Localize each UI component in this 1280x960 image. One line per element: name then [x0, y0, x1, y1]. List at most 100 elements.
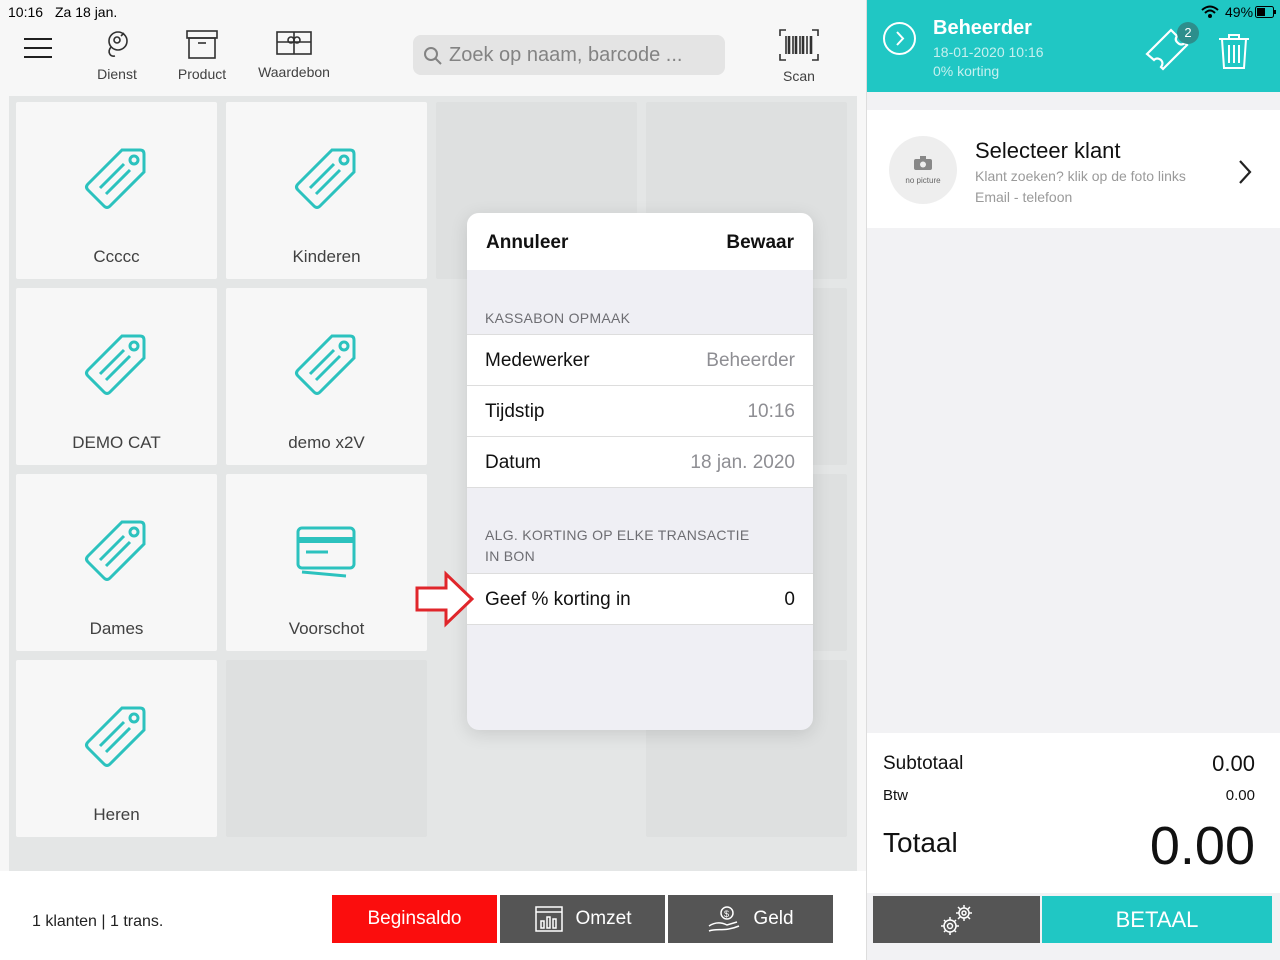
- dienst-button[interactable]: Dienst: [90, 28, 144, 82]
- time-label: Tijdstip: [485, 401, 545, 422]
- wifi-icon: [1201, 5, 1219, 18]
- section-header-receipt-format: KASSABON OPMAAK: [485, 310, 631, 326]
- waardebon-button[interactable]: Waardebon: [254, 28, 334, 80]
- box-icon: [186, 30, 218, 59]
- customer-contact: Email - telefoon: [975, 189, 1073, 205]
- omzet-button[interactable]: Omzet: [500, 895, 665, 943]
- category-label: Dames: [89, 619, 144, 638]
- battery-percent: 49%: [1225, 4, 1254, 20]
- date-label: Datum: [485, 452, 541, 473]
- employee-value: Beheerder: [706, 350, 795, 371]
- order-datetime: 18-01-2020 10:16: [933, 44, 1044, 60]
- chevron-right-icon: [896, 31, 905, 46]
- geld-button[interactable]: $ Geld: [668, 895, 833, 943]
- clients-summary: 1 klanten | 1 trans.: [32, 913, 164, 930]
- total-label: Totaal: [883, 827, 958, 858]
- product-label: Product: [177, 66, 227, 82]
- menu-icon[interactable]: [24, 38, 52, 60]
- bar-chart-icon: [534, 906, 563, 932]
- category-tile[interactable]: DEMO CAT: [16, 288, 217, 465]
- time-row[interactable]: Tijdstip 10:16: [467, 386, 813, 437]
- red-arrow-icon: [415, 570, 475, 628]
- beginsaldo-button[interactable]: Beginsaldo: [332, 895, 497, 943]
- beginsaldo-label: Beginsaldo: [367, 908, 462, 929]
- scan-button[interactable]: Scan: [772, 28, 826, 84]
- discount-input-row[interactable]: Geef % korting in 0: [467, 574, 813, 625]
- status-date: Za 18 jan.: [55, 4, 118, 20]
- select-customer-card[interactable]: no picture Selecteer klant Klant zoeken?…: [867, 110, 1280, 228]
- category-label: Voorschot: [288, 619, 365, 638]
- order-header: 49% Beheerder 18-01-2020 10:16 0% kortin…: [867, 0, 1280, 92]
- search-input[interactable]: Zoek op naam, barcode ...: [413, 35, 725, 75]
- cancel-button[interactable]: Annuleer: [486, 232, 568, 254]
- waardebon-label: Waardebon: [258, 64, 330, 80]
- category-tile[interactable]: demo x2V: [226, 288, 427, 465]
- top-toolbar: Dienst Product Waardebon Zoek op naam, b…: [0, 24, 866, 94]
- gift-voucher-icon: [276, 31, 312, 55]
- avatar-placeholder-text: no picture: [905, 176, 941, 185]
- tag-icon: [85, 334, 146, 395]
- btw-value: 0.00: [1225, 787, 1255, 804]
- product-button[interactable]: Product: [172, 28, 232, 82]
- btw-label: Btw: [883, 787, 909, 804]
- geld-label: Geld: [753, 908, 794, 929]
- pay-label: BETAAL: [1115, 906, 1199, 932]
- category-label: Ccccc: [93, 247, 140, 266]
- discount-label: Geef % korting in: [485, 589, 631, 610]
- battery-icon: [1255, 6, 1276, 18]
- omzet-label: Omzet: [575, 908, 632, 929]
- dienst-label: Dienst: [97, 66, 137, 82]
- category-label: DEMO CAT: [72, 433, 161, 452]
- empty-tile: [226, 660, 427, 837]
- category-label: Heren: [93, 805, 140, 824]
- category-tile[interactable]: Ccccc: [16, 102, 217, 279]
- pay-button[interactable]: BETAAL: [1042, 896, 1272, 943]
- date-row[interactable]: Datum 18 jan. 2020: [467, 437, 813, 488]
- money-hand-icon: $: [709, 906, 740, 932]
- service-icon: [108, 31, 128, 57]
- section-header-discount-line1: ALG. KORTING OP ELKE TRANSACTIE: [485, 527, 750, 543]
- category-tile[interactable]: Heren: [16, 660, 217, 837]
- scan-label: Scan: [783, 68, 815, 84]
- employee-label: Medewerker: [485, 350, 590, 371]
- settings-button[interactable]: [873, 896, 1040, 943]
- credit-card-icon: [296, 526, 356, 578]
- customer-title: Selecteer klant: [975, 138, 1121, 163]
- status-time: 10:16: [8, 4, 44, 20]
- customer-hint: Klant zoeken? klik op de foto links: [975, 168, 1186, 184]
- time-value: 10:16: [747, 401, 795, 422]
- section-header-discount-line2: IN BON: [485, 548, 536, 564]
- search-icon: [424, 47, 442, 65]
- category-tile[interactable]: Kinderen: [226, 102, 427, 279]
- order-discount: 0% korting: [933, 63, 1000, 79]
- section-header-discount: ALG. KORTING OP ELKE TRANSACTIE IN BON: [467, 525, 813, 573]
- status-bar: 10:16 Za 18 jan.: [0, 0, 866, 24]
- user-name: Beheerder: [933, 17, 1032, 39]
- barcode-icon: [779, 29, 819, 61]
- subtotal-label: Subtotaal: [883, 753, 964, 774]
- category-tile[interactable]: Voorschot: [226, 474, 427, 651]
- save-button[interactable]: Bewaar: [726, 232, 794, 254]
- total-value: 0.00: [1149, 816, 1255, 876]
- tag-icon: [85, 706, 146, 767]
- tag-icon: [85, 148, 146, 209]
- category-tile[interactable]: Dames: [16, 474, 217, 651]
- employee-row[interactable]: Medewerker Beheerder: [467, 335, 813, 386]
- search-placeholder: Zoek op naam, barcode ...: [449, 44, 683, 66]
- trash-icon[interactable]: [1217, 32, 1251, 70]
- order-panel: 49% Beheerder 18-01-2020 10:16 0% kortin…: [866, 0, 1280, 960]
- subtotal-value: 0.00: [1212, 751, 1255, 776]
- discount-field[interactable]: 0: [784, 589, 795, 611]
- tag-icon: [295, 334, 356, 395]
- category-label: Kinderen: [292, 247, 361, 266]
- tag-icon: [85, 520, 146, 581]
- avatar[interactable]: no picture: [889, 136, 957, 204]
- expand-button[interactable]: [883, 22, 916, 55]
- date-value: 18 jan. 2020: [690, 452, 795, 473]
- tag-icon: [295, 148, 356, 209]
- camera-icon: [914, 156, 932, 170]
- category-label: demo x2V: [288, 433, 365, 452]
- ticket-count-badge: 2: [1177, 22, 1199, 44]
- svg-text:$: $: [724, 909, 729, 919]
- totals-panel: Subtotaal 0.00 Btw 0.00 Totaal 0.00: [867, 733, 1280, 893]
